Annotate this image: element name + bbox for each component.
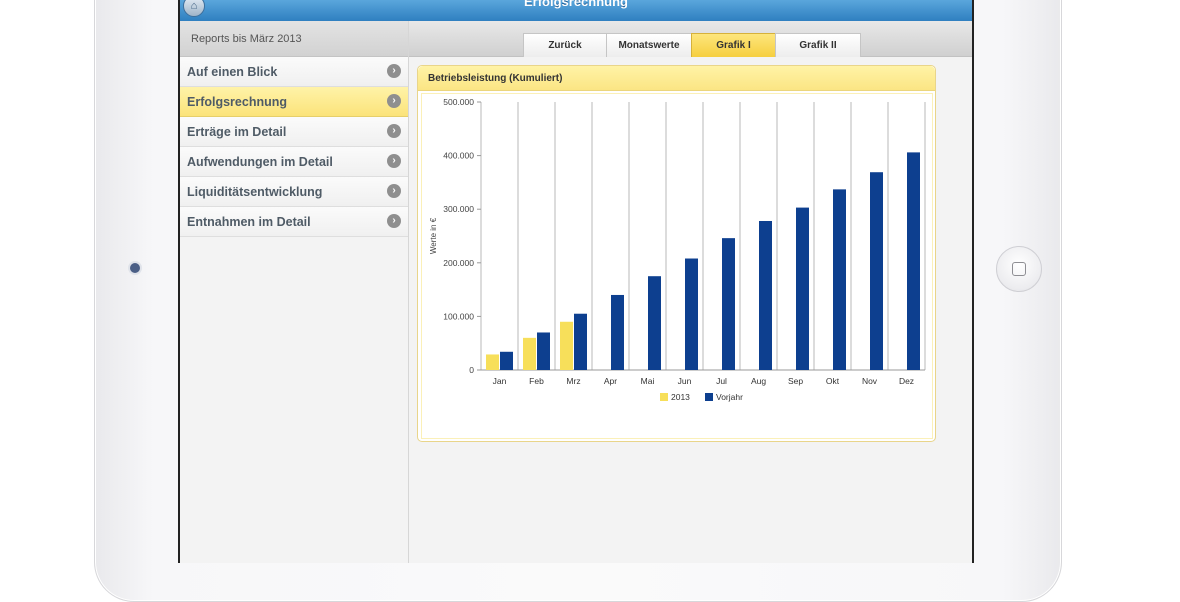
chart-title: Betriebsleistung (Kumuliert)	[428, 73, 563, 84]
x-tick-label: Nov	[862, 376, 878, 386]
bar-vorjahr	[833, 189, 846, 370]
sidebar-item-label: Erfolgsrechnung	[187, 95, 288, 109]
tab-1[interactable]: Monatswerte	[606, 33, 692, 57]
sidebar-menu: Auf einen Blick › Erfolgsrechnung › Erträge …	[180, 57, 408, 237]
sidebar-item-label: Aufwendungen im Detail	[187, 155, 333, 169]
sidebar-item-5[interactable]: Entnahmen im Detail ›	[180, 207, 408, 237]
chart-card-header: Betriebsleistung (Kumuliert)	[418, 66, 935, 91]
bar-vorjahr	[722, 238, 735, 370]
x-tick-label: Mai	[641, 376, 655, 386]
chevron-right-icon: ›	[387, 214, 401, 228]
sidebar-item-0[interactable]: Auf einen Blick ›	[180, 57, 408, 87]
front-camera	[130, 263, 140, 273]
chevron-right-icon: ›	[387, 154, 401, 168]
x-tick-label: Sep	[788, 376, 803, 386]
y-tick-label: 100.000	[443, 311, 474, 321]
tab-0[interactable]: Zurück	[523, 33, 607, 57]
segmented-tabs: Zurück Monatswerte Grafik I Grafik II	[523, 33, 861, 57]
bar-2013	[560, 321, 573, 370]
title-bar: ⌂ Erfolgsrechnung	[180, 0, 972, 22]
chart-card: Betriebsleistung (Kumuliert) 0 100.000 200…	[417, 65, 936, 442]
sidebar-item-label: Auf einen Blick	[187, 65, 278, 79]
y-axis-label: Werte in €	[429, 217, 438, 254]
bar-vorjahr	[796, 207, 809, 370]
bar-chart: 0 100.000 200.000 300.000 400.000 500.000 Wert…	[429, 97, 926, 402]
bar-vorjahr	[870, 172, 883, 370]
chevron-right-icon: ›	[387, 64, 401, 78]
x-tick-label: Aug	[751, 376, 766, 386]
chart-plot-area: 0 100.000 200.000 300.000 400.000 500.000 Wert…	[421, 93, 933, 439]
x-tick-label: Feb	[529, 376, 544, 386]
y-tick-label: 200.000	[443, 258, 474, 268]
tab-3[interactable]: Grafik II	[775, 33, 861, 57]
sidebar-header-label: Reports bis März 2013	[191, 33, 302, 45]
bar-vorjahr	[500, 351, 513, 370]
bar-vorjahr	[907, 152, 920, 370]
chevron-right-icon: ›	[387, 184, 401, 198]
app-window: ⌂ Erfolgsrechnung Reports bis März 2013 …	[180, 0, 972, 563]
x-tick-label: Dez	[899, 376, 914, 386]
chevron-right-icon: ›	[387, 94, 401, 108]
sidebar-item-2[interactable]: Erträge im Detail ›	[180, 117, 408, 147]
tab-bar: Zurück Monatswerte Grafik I Grafik II	[409, 21, 972, 57]
tablet-screen: ⌂ Erfolgsrechnung Reports bis März 2013 …	[178, 0, 974, 563]
y-tick-label: 300.000	[443, 204, 474, 214]
legend-swatch-0	[660, 393, 668, 401]
app-title: Erfolgsrechnung	[523, 0, 628, 9]
bar-vorjahr	[648, 276, 661, 370]
x-tick-label: Apr	[604, 376, 617, 386]
y-tick-label: 500.000	[443, 97, 474, 107]
sidebar-item-label: Liquiditätsentwicklung	[187, 185, 323, 199]
sidebar-item-4[interactable]: Liquiditätsentwicklung ›	[180, 177, 408, 207]
main-panel: Zurück Monatswerte Grafik I Grafik II Betri…	[409, 21, 972, 563]
x-tick-label: Okt	[826, 376, 840, 386]
chevron-right-icon: ›	[387, 124, 401, 138]
sidebar-item-3[interactable]: Aufwendungen im Detail ›	[180, 147, 408, 177]
bar-vorjahr	[537, 332, 550, 370]
sidebar-item-label: Entnahmen im Detail	[187, 215, 311, 229]
sidebar-item-label: Erträge im Detail	[187, 125, 287, 139]
sidebar-item-1[interactable]: Erfolgsrechnung ›	[180, 87, 408, 117]
legend-label-0: 2013	[671, 392, 690, 402]
bar-vorjahr	[685, 258, 698, 370]
x-tick-label: Jul	[716, 376, 727, 386]
home-button[interactable]	[996, 246, 1042, 292]
bar-vorjahr	[759, 220, 772, 370]
sidebar-header: Reports bis März 2013	[180, 21, 408, 57]
y-tick-label: 400.000	[443, 151, 474, 161]
y-tick-label: 0	[469, 365, 474, 375]
bar-2013	[486, 354, 499, 370]
bar-vorjahr	[574, 313, 587, 370]
x-tick-label: Jan	[493, 376, 507, 386]
bar-vorjahr	[611, 294, 624, 370]
x-tick-label: Jun	[678, 376, 692, 386]
tab-2[interactable]: Grafik I	[691, 33, 776, 57]
x-tick-label: Mrz	[566, 376, 580, 386]
sidebar: Reports bis März 2013 Auf einen Blick › Er…	[180, 21, 409, 563]
bar-2013	[523, 337, 536, 370]
legend-swatch-1	[705, 393, 713, 401]
legend-label-1: Vorjahr	[716, 392, 743, 402]
home-square-icon	[1012, 262, 1026, 276]
